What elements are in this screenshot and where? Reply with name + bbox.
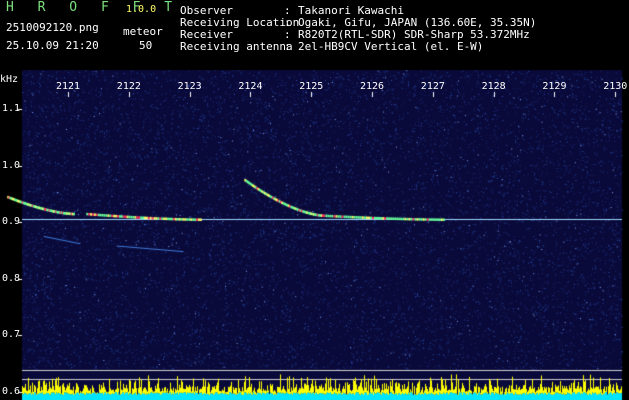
- app-version: 1.0.0: [126, 4, 157, 15]
- file-name: 2510092120.png: [6, 21, 99, 34]
- x-tick-label: 2128: [481, 81, 506, 92]
- y-tick-label: 0.6: [2, 385, 21, 397]
- y-tick-label: 0.7: [2, 329, 21, 341]
- x-tick-label: 2124: [238, 81, 263, 92]
- detection-mode: meteor: [123, 25, 163, 38]
- y-tick-label: 0.9: [2, 216, 21, 228]
- x-tick-label: 2123: [177, 81, 202, 92]
- detection-count: 50: [139, 39, 153, 52]
- file-datetime: 25.10.09 21:20: [6, 39, 99, 52]
- header-panel: H R O F F T 1.0.0 2510092120.png meteor …: [0, 0, 629, 70]
- y-axis-unit-label: kHz: [0, 74, 19, 85]
- x-tick-label: 2129: [542, 81, 567, 92]
- y-tick-label: 0.8: [2, 272, 21, 284]
- x-tick-label: 2125: [299, 81, 324, 92]
- y-tick-label: 1.0: [2, 159, 21, 171]
- x-tick-label: 2126: [360, 81, 385, 92]
- x-tick-label: 2130: [603, 81, 628, 92]
- antenna-value: 2el-HB9CV Vertical (el. E-W): [298, 40, 484, 53]
- y-tick-label: 1.1: [2, 103, 21, 115]
- x-tick-label: 2121: [56, 81, 81, 92]
- antenna-label: Receiving antenna: [180, 40, 293, 53]
- x-tick-label: 2122: [116, 81, 141, 92]
- x-tick-label: 2127: [420, 81, 445, 92]
- antenna-colon: :: [284, 40, 291, 53]
